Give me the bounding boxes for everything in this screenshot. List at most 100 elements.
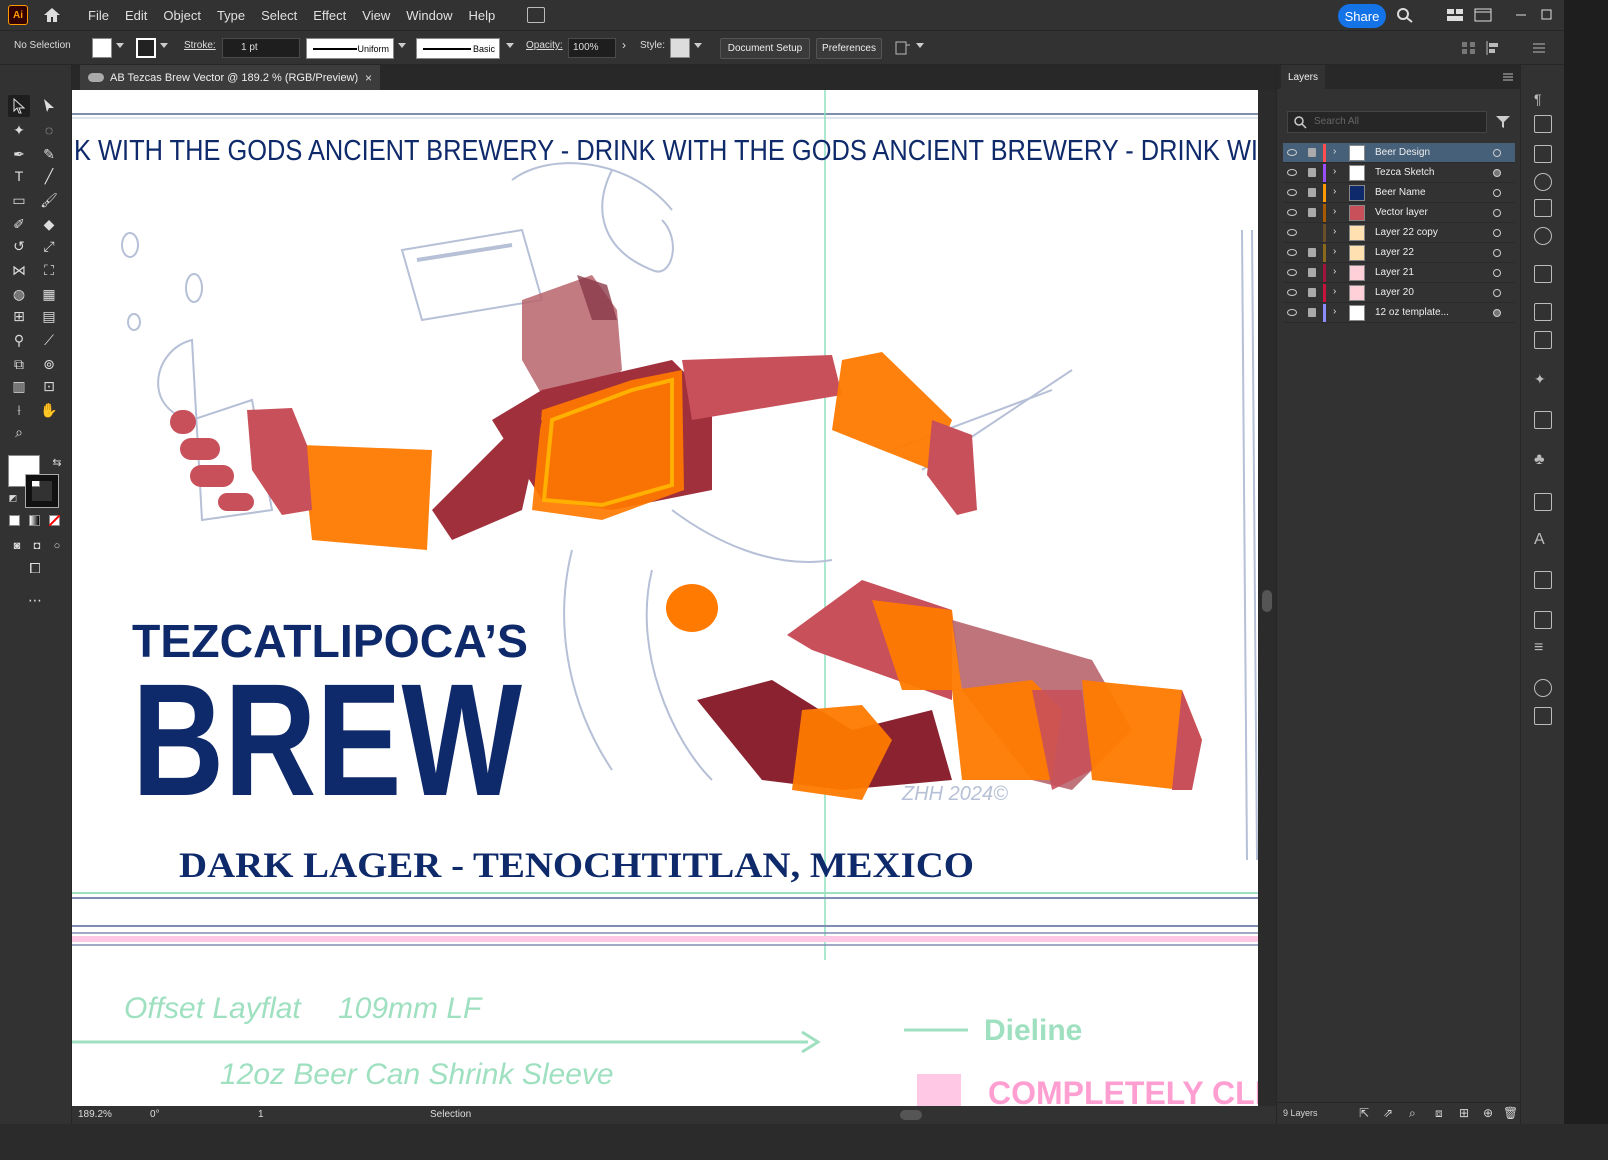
align-icon[interactable] (1460, 39, 1478, 57)
preferences-button[interactable]: Preferences (816, 38, 882, 59)
collect-export-icon[interactable]: ⇗ (1383, 1106, 1393, 1120)
target-circle-icon[interactable] (1493, 249, 1501, 257)
target-circle-icon[interactable] (1493, 189, 1501, 197)
lock-icon[interactable] (1308, 208, 1316, 217)
search-icon[interactable] (1396, 7, 1414, 23)
chevron-down-icon[interactable] (916, 43, 924, 48)
chevron-right-icon[interactable]: › (1333, 286, 1336, 297)
lock-icon[interactable] (1308, 188, 1316, 197)
appearance-icon[interactable] (1534, 679, 1552, 697)
scale-tool-icon[interactable]: ⤢ (38, 235, 60, 257)
target-circle-icon[interactable] (1493, 149, 1501, 157)
curvature-tool-icon[interactable]: ✎ (38, 143, 60, 165)
chevron-down-icon[interactable] (160, 43, 168, 48)
target-circle-icon[interactable] (1493, 309, 1501, 317)
zoom-tool-icon[interactable]: ⌕ (8, 421, 30, 443)
magic-wand-icon[interactable]: ✦ (8, 119, 30, 141)
target-circle-icon[interactable] (1493, 229, 1501, 237)
graphic-style-swatch[interactable] (670, 38, 690, 58)
chevron-right-icon[interactable]: › (1333, 306, 1336, 317)
direct-selection-tool-icon[interactable] (38, 95, 60, 117)
layer-name[interactable]: Layer 22 (1375, 247, 1414, 258)
layer-row[interactable]: › Layer 20 (1283, 283, 1515, 303)
type-tool-icon[interactable]: T (8, 165, 30, 187)
glyphs-icon[interactable] (1534, 173, 1552, 191)
share-button[interactable]: Share (1338, 4, 1386, 28)
menu-window[interactable]: Window (398, 8, 460, 23)
screen-mode-icon[interactable]: ⧠ (24, 557, 46, 579)
visibility-eye-icon[interactable] (1287, 309, 1297, 316)
measure-tool-icon[interactable]: ⟋ (38, 329, 60, 351)
chevron-right-icon[interactable]: › (1333, 146, 1336, 157)
chevron-right-icon[interactable]: › (622, 38, 626, 52)
opacity-label[interactable]: Opacity: (526, 40, 563, 51)
variable-width-profile[interactable]: Uniform (306, 38, 394, 59)
layer-name[interactable]: Beer Name (1375, 187, 1426, 198)
new-layer-icon[interactable]: ⊕ (1483, 1106, 1493, 1120)
chevron-right-icon[interactable]: › (1333, 186, 1336, 197)
panel-icon[interactable] (1474, 7, 1492, 23)
selection-tool-icon[interactable] (8, 95, 30, 117)
swap-colors-icon[interactable]: ⇆ (46, 451, 68, 473)
symbol-sprayer-icon[interactable]: ⊚ (38, 353, 60, 375)
vertical-scrollbar[interactable] (1258, 90, 1276, 1106)
visibility-eye-icon[interactable] (1287, 289, 1297, 296)
document-tab[interactable]: AB Tezcas Brew Vector @ 189.2 % (RGB/Pre… (80, 65, 380, 90)
draw-behind-icon[interactable]: ◘ (26, 535, 48, 557)
layer-row[interactable]: › Tezca Sketch (1283, 163, 1515, 183)
color-mode-icon[interactable] (9, 515, 20, 526)
more-tools-icon[interactable]: ⋯ (24, 589, 46, 611)
menu-select[interactable]: Select (253, 8, 305, 23)
character-icon[interactable]: A (1534, 531, 1552, 549)
transform-icon[interactable] (1534, 199, 1552, 217)
arrange-documents-icon[interactable] (527, 7, 546, 23)
asset-export-icon[interactable] (1534, 331, 1552, 349)
chevron-right-icon[interactable]: › (1333, 226, 1336, 237)
new-sublayer-icon[interactable]: ⊞ (1459, 1106, 1469, 1120)
draw-inside-icon[interactable]: ○ (46, 535, 68, 557)
chevron-right-icon[interactable]: › (1333, 266, 1336, 277)
slice-tool-icon[interactable]: ⟊ (8, 399, 30, 421)
layer-row[interactable]: › Beer Design (1283, 143, 1515, 163)
hand-tool-icon[interactable]: ✋ (38, 399, 60, 421)
none-mode-icon[interactable] (49, 515, 60, 526)
chevron-down-icon[interactable] (694, 43, 702, 48)
links-icon[interactable] (1534, 411, 1552, 429)
graph-tool-icon[interactable]: ▥ (8, 375, 30, 397)
layer-row[interactable]: › Layer 21 (1283, 263, 1515, 283)
rotation-angle[interactable]: 0° (150, 1109, 160, 1120)
lock-icon[interactable] (1308, 168, 1316, 177)
perspective-grid-icon[interactable]: ▦ (38, 283, 60, 305)
layer-name[interactable]: Layer 21 (1375, 267, 1414, 278)
artboard-tool-icon[interactable]: ⊡ (38, 375, 60, 397)
gradient-mode-icon[interactable] (29, 515, 40, 526)
home-icon[interactable] (42, 5, 62, 25)
target-circle-icon[interactable] (1493, 209, 1501, 217)
panel-menu-icon[interactable] (1530, 39, 1548, 57)
gradient-icon[interactable] (1534, 265, 1552, 283)
lock-icon[interactable] (1308, 268, 1316, 277)
menu-help[interactable]: Help (460, 8, 503, 23)
horizontal-scroll-thumb[interactable] (900, 1110, 922, 1120)
chevron-right-icon[interactable]: › (1333, 166, 1336, 177)
target-circle-icon[interactable] (1493, 269, 1501, 277)
magic-wand-icon[interactable]: ✦ (1534, 371, 1552, 389)
panel-menu-icon[interactable] (1502, 71, 1514, 83)
lock-icon[interactable] (1308, 308, 1316, 317)
chevron-down-icon[interactable] (116, 43, 124, 48)
filter-icon[interactable] (1495, 115, 1511, 129)
free-transform-icon[interactable]: ⛶ (38, 259, 60, 281)
color-icon[interactable] (1534, 227, 1552, 245)
trash-icon[interactable]: 🗑 (1503, 1106, 1518, 1120)
visibility-eye-icon[interactable] (1287, 229, 1297, 236)
stroke-icon[interactable]: ≡ (1534, 639, 1552, 657)
shape-builder-icon[interactable]: ◍ (8, 283, 30, 305)
eyedropper-icon[interactable]: ⚲ (8, 329, 30, 351)
layer-name[interactable]: Tezca Sketch (1375, 167, 1434, 178)
layer-name[interactable]: 12 oz template... (1375, 307, 1449, 318)
layer-row[interactable]: › Layer 22 copy (1283, 223, 1515, 243)
scroll-thumb[interactable] (1262, 590, 1272, 612)
document-setup-button[interactable]: Document Setup (720, 38, 810, 59)
blend-tool-icon[interactable]: ⧉ (8, 353, 30, 375)
menu-effect[interactable]: Effect (305, 8, 354, 23)
